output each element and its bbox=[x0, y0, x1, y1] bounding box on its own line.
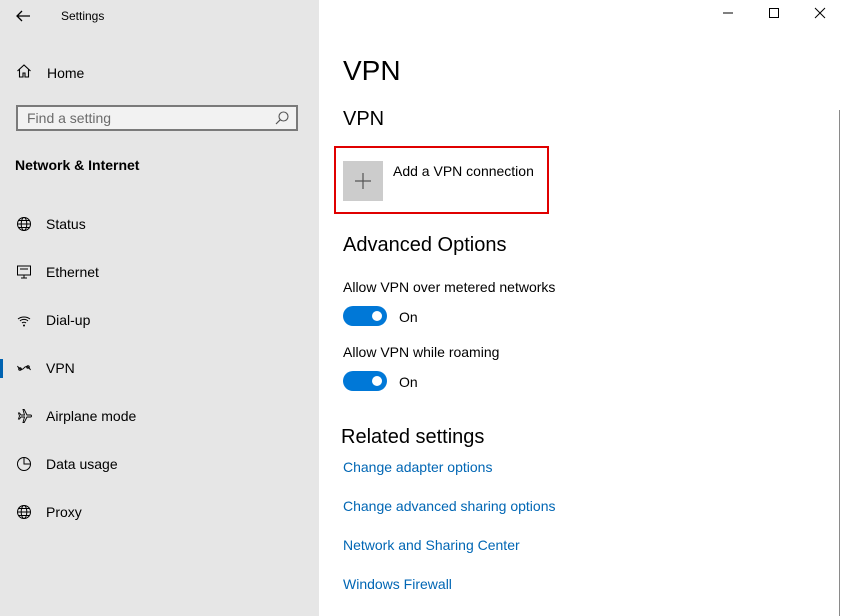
toggle-knob bbox=[372, 376, 382, 386]
toggle-knob bbox=[372, 311, 382, 321]
search-box[interactable] bbox=[16, 105, 298, 131]
sidebar-item-label: Dial-up bbox=[46, 312, 91, 328]
sidebar-item-label: Proxy bbox=[46, 504, 82, 520]
windows-firewall-link[interactable]: Windows Firewall bbox=[343, 576, 452, 592]
window-title: Settings bbox=[61, 9, 105, 23]
globe-status-icon bbox=[15, 215, 33, 233]
sidebar-item-data-usage[interactable]: Data usage bbox=[0, 444, 319, 484]
data-usage-icon bbox=[15, 455, 33, 473]
close-button[interactable] bbox=[797, 0, 842, 30]
add-vpn-connection-button[interactable]: Add a VPN connection bbox=[343, 161, 534, 201]
minimize-button[interactable] bbox=[705, 0, 751, 30]
maximize-icon bbox=[768, 6, 780, 24]
sidebar-item-vpn[interactable]: VPN bbox=[0, 348, 319, 388]
metered-toggle[interactable] bbox=[343, 306, 387, 326]
ethernet-icon bbox=[15, 263, 33, 281]
metered-toggle-label: Allow VPN over metered networks bbox=[343, 279, 556, 295]
close-icon bbox=[814, 6, 826, 24]
related-settings-title: Related settings bbox=[341, 426, 485, 448]
dialup-icon bbox=[15, 311, 33, 329]
sidebar-item-airplane-mode[interactable]: Airplane mode bbox=[0, 396, 319, 436]
globe-icon bbox=[15, 503, 33, 521]
advanced-options-title: Advanced Options bbox=[343, 234, 507, 256]
airplane-icon bbox=[15, 407, 33, 425]
sidebar: Settings Home Network & Internet Status … bbox=[0, 0, 319, 616]
sidebar-item-dialup[interactable]: Dial-up bbox=[0, 300, 319, 340]
back-arrow-icon[interactable] bbox=[14, 7, 32, 25]
home-nav-item[interactable]: Home bbox=[16, 61, 84, 85]
roaming-toggle[interactable] bbox=[343, 371, 387, 391]
home-icon bbox=[16, 63, 32, 84]
vpn-section-title: VPN bbox=[343, 108, 385, 130]
sidebar-item-label: Ethernet bbox=[46, 264, 99, 280]
page-title: VPN bbox=[343, 55, 401, 86]
maximize-button[interactable] bbox=[751, 0, 797, 30]
home-label: Home bbox=[47, 65, 85, 81]
change-advanced-sharing-link[interactable]: Change advanced sharing options bbox=[343, 498, 556, 514]
sidebar-item-label: Data usage bbox=[46, 456, 118, 472]
sidebar-item-label: Airplane mode bbox=[46, 408, 137, 424]
minimize-icon bbox=[722, 6, 734, 24]
sidebar-item-status[interactable]: Status bbox=[0, 204, 319, 244]
vpn-icon bbox=[15, 359, 33, 377]
metered-toggle-state: On bbox=[399, 309, 418, 325]
sidebar-item-proxy[interactable]: Proxy bbox=[0, 492, 319, 532]
sidebar-item-ethernet[interactable]: Ethernet bbox=[0, 252, 319, 292]
search-icon[interactable] bbox=[274, 110, 290, 126]
sidebar-item-label: Status bbox=[46, 216, 86, 232]
sidebar-item-label: VPN bbox=[46, 360, 75, 376]
active-indicator bbox=[0, 359, 3, 378]
network-sharing-center-link[interactable]: Network and Sharing Center bbox=[343, 537, 520, 553]
section-header: Network & Internet bbox=[15, 157, 140, 173]
plus-icon bbox=[343, 161, 383, 201]
search-input[interactable] bbox=[18, 106, 274, 130]
change-adapter-options-link[interactable]: Change adapter options bbox=[343, 459, 492, 475]
scrollbar[interactable] bbox=[839, 110, 840, 616]
add-vpn-label: Add a VPN connection bbox=[393, 163, 534, 179]
roaming-toggle-label: Allow VPN while roaming bbox=[343, 344, 500, 360]
roaming-toggle-state: On bbox=[399, 374, 418, 390]
